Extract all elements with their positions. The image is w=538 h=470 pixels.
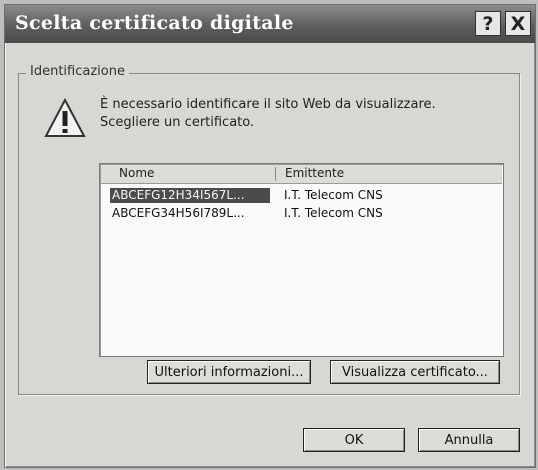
list-header: Nome Emittente <box>101 165 502 184</box>
column-divider[interactable] <box>275 167 276 181</box>
cert-name: ABCEFG12H34I567L... <box>110 188 270 203</box>
certificate-list[interactable]: Nome Emittente ABCEFG12H34I567L... I.T. … <box>99 163 504 357</box>
more-info-button[interactable]: Ulteriori informazioni... <box>147 360 311 384</box>
window-title: Scelta certificato digitale <box>15 12 294 34</box>
cancel-button[interactable]: Annulla <box>418 428 520 452</box>
cancel-label: Annulla <box>444 433 494 448</box>
column-header-issuer[interactable]: Emittente <box>285 166 344 180</box>
cert-issuer: I.T. Telecom CNS <box>284 206 383 220</box>
close-button[interactable]: X <box>505 11 531 36</box>
list-row[interactable]: ABCEFG34H56I789L... I.T. Telecom CNS <box>108 205 499 222</box>
warning-icon <box>44 98 86 137</box>
message-line-1: È necessario identificare il sito Web da… <box>100 97 436 112</box>
help-button[interactable]: ? <box>475 11 501 36</box>
view-certificate-label: Visualizza certificato... <box>342 365 488 380</box>
column-header-name[interactable]: Nome <box>119 166 154 180</box>
cert-name: ABCEFG34H56I789L... <box>112 206 245 220</box>
view-certificate-button[interactable]: Visualizza certificato... <box>330 360 500 384</box>
group-label: Identificazione <box>26 64 129 79</box>
list-row-selected[interactable]: ABCEFG12H34I567L... I.T. Telecom CNS <box>108 187 499 204</box>
message-line-2: Scegliere un certificato. <box>100 115 255 130</box>
title-bar[interactable]: Scelta certificato digitale ? X <box>5 5 535 43</box>
cert-issuer: I.T. Telecom CNS <box>284 188 383 202</box>
more-info-label: Ulteriori informazioni... <box>154 365 304 380</box>
ok-button[interactable]: OK <box>303 428 405 452</box>
message-text: È necessario identificare il sito Web da… <box>100 96 436 132</box>
ok-label: OK <box>344 433 364 448</box>
